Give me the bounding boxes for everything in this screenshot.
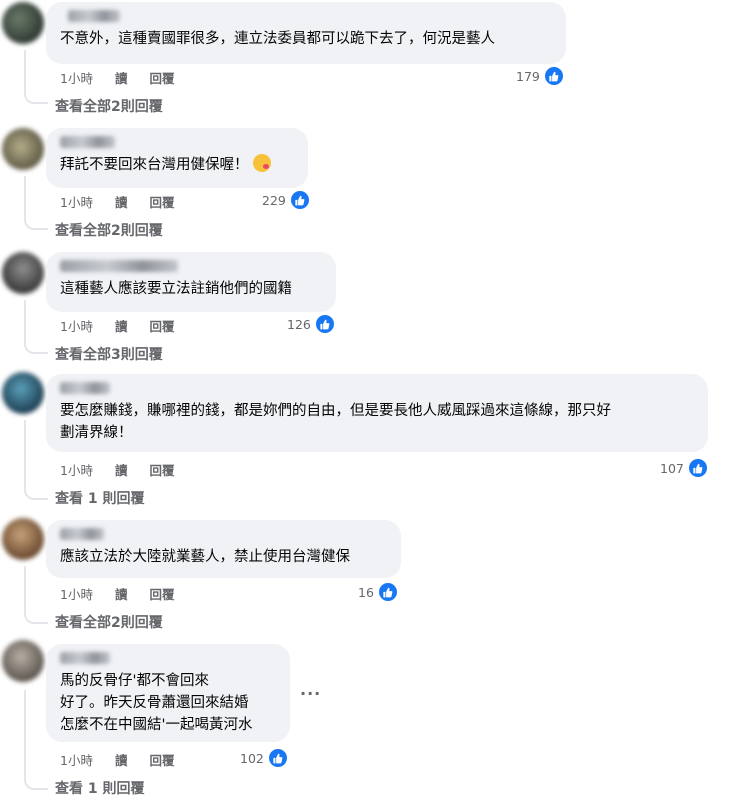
view-replies-link[interactable]: 查看全部2則回覆 [55, 612, 163, 632]
reaction-count[interactable]: 102 [240, 747, 289, 769]
reply-button[interactable]: 回覆 [149, 750, 174, 769]
author-name-blurred[interactable] [60, 136, 115, 148]
view-replies-link[interactable]: 查看全部2則回覆 [55, 96, 163, 116]
avatar[interactable] [2, 252, 44, 294]
comment-bubble: 應該立法於大陸就業藝人，禁止使用台灣健保 [46, 520, 401, 578]
timestamp[interactable]: 1小時 [60, 750, 93, 769]
read-button[interactable]: 讀 [115, 316, 128, 335]
timestamp[interactable]: 1小時 [60, 460, 93, 479]
comment-text: 要怎麼賺錢，賺哪裡的錢，都是妳們的自由，但是要長他人威風踩過來這條線，那只好 劃… [60, 403, 611, 441]
like-count: 16 [358, 584, 374, 600]
thumbs-up-icon [266, 747, 289, 769]
timestamp[interactable]: 1小時 [60, 316, 93, 335]
reply-button[interactable]: 回覆 [149, 192, 174, 211]
comment-bubble: 拜託不要回來台灣用健保喔！ [46, 128, 308, 188]
reaction-count[interactable]: 107 [660, 457, 709, 479]
author-name-blurred[interactable] [60, 652, 110, 664]
read-button[interactable]: 讀 [115, 750, 128, 769]
avatar[interactable] [2, 372, 44, 414]
avatar[interactable] [2, 2, 44, 44]
comment-bubble: 馬的反骨仔'都不會回來 好了。昨天反骨蕭還回來結婚 怎麼不在中國結'一起喝黃河水 [46, 644, 290, 742]
comment-actions: 1小時 讀 回覆 [60, 192, 174, 211]
reply-button[interactable]: 回覆 [149, 316, 174, 335]
comment-text: 這種藝人應該要立法註銷他們的國籍 [60, 281, 292, 297]
comment-text: 不意外，這種賣國罪很多，連立法委員都可以跪下去了，何況是藝人 [60, 31, 495, 47]
comment-text: 馬的反骨仔'都不會回來 好了。昨天反骨蕭還回來結婚 怎麼不在中國結'一起喝黃河水 [60, 673, 253, 733]
thread-connector [24, 566, 48, 624]
comment-actions: 1小時 讀 回覆 [60, 68, 174, 87]
thread-connector [24, 176, 48, 230]
read-button[interactable]: 讀 [115, 460, 128, 479]
kissing-face-emoji-icon [252, 154, 271, 172]
like-count: 126 [287, 316, 311, 332]
reply-button[interactable]: 回覆 [149, 460, 174, 479]
comment-actions: 1小時 讀 回覆 [60, 316, 174, 335]
reply-button[interactable]: 回覆 [149, 68, 174, 87]
author-name-blurred[interactable] [60, 528, 104, 540]
comment-bubble: 要怎麼賺錢，賺哪裡的錢，都是妳們的自由，但是要長他人威風踩過來這條線，那只好 劃… [46, 374, 708, 452]
thumbs-up-icon [542, 65, 565, 87]
comment-actions: 1小時 讀 回覆 [60, 460, 174, 479]
author-name-blurred[interactable] [68, 10, 120, 22]
thread-connector [24, 300, 48, 354]
view-replies-link[interactable]: 查看 1 則回覆 [55, 488, 145, 508]
thumbs-up-icon [376, 581, 399, 603]
like-count: 229 [262, 192, 286, 208]
reaction-count[interactable]: 126 [287, 313, 336, 335]
reply-button[interactable]: 回覆 [149, 584, 174, 603]
comment-text: 應該立法於大陸就業藝人，禁止使用台灣健保 [60, 549, 350, 565]
timestamp[interactable]: 1小時 [60, 192, 93, 211]
reaction-count[interactable]: 229 [262, 189, 311, 211]
thumbs-up-icon [313, 313, 336, 335]
comment-bubble: 這種藝人應該要立法註銷他們的國籍 [46, 252, 336, 312]
like-count: 102 [240, 750, 264, 766]
reaction-count[interactable]: 179 [516, 65, 565, 87]
thread-connector [24, 690, 48, 790]
comment-actions: 1小時 讀 回覆 [60, 584, 174, 603]
like-count: 107 [660, 460, 684, 476]
comment-actions: 1小時 讀 回覆 [60, 750, 174, 769]
author-name-blurred[interactable] [60, 382, 110, 394]
avatar[interactable] [2, 640, 44, 682]
thumbs-up-icon [288, 189, 311, 211]
author-name-blurred[interactable] [60, 260, 178, 272]
read-button[interactable]: 讀 [115, 192, 128, 211]
comment-text: 拜託不要回來台灣用健保喔！ [60, 154, 294, 176]
more-options-icon[interactable]: ··· [300, 684, 321, 703]
comment-bubble: 不意外，這種賣國罪很多，連立法委員都可以跪下去了，何況是藝人 [46, 2, 566, 64]
view-replies-link[interactable]: 查看全部2則回覆 [55, 220, 163, 240]
timestamp[interactable]: 1小時 [60, 68, 93, 87]
thread-connector [24, 420, 48, 500]
thread-connector [24, 50, 48, 104]
timestamp[interactable]: 1小時 [60, 584, 93, 603]
view-replies-link[interactable]: 查看全部3則回覆 [55, 344, 163, 364]
comment-text-content: 拜託不要回來台灣用健保喔！ [60, 157, 249, 173]
avatar[interactable] [2, 128, 44, 170]
avatar[interactable] [2, 518, 44, 560]
reaction-count[interactable]: 16 [358, 581, 399, 603]
view-replies-link[interactable]: 查看 1 則回覆 [55, 778, 145, 798]
read-button[interactable]: 讀 [115, 584, 128, 603]
read-button[interactable]: 讀 [115, 68, 128, 87]
like-count: 179 [516, 68, 540, 84]
thumbs-up-icon [686, 457, 709, 479]
